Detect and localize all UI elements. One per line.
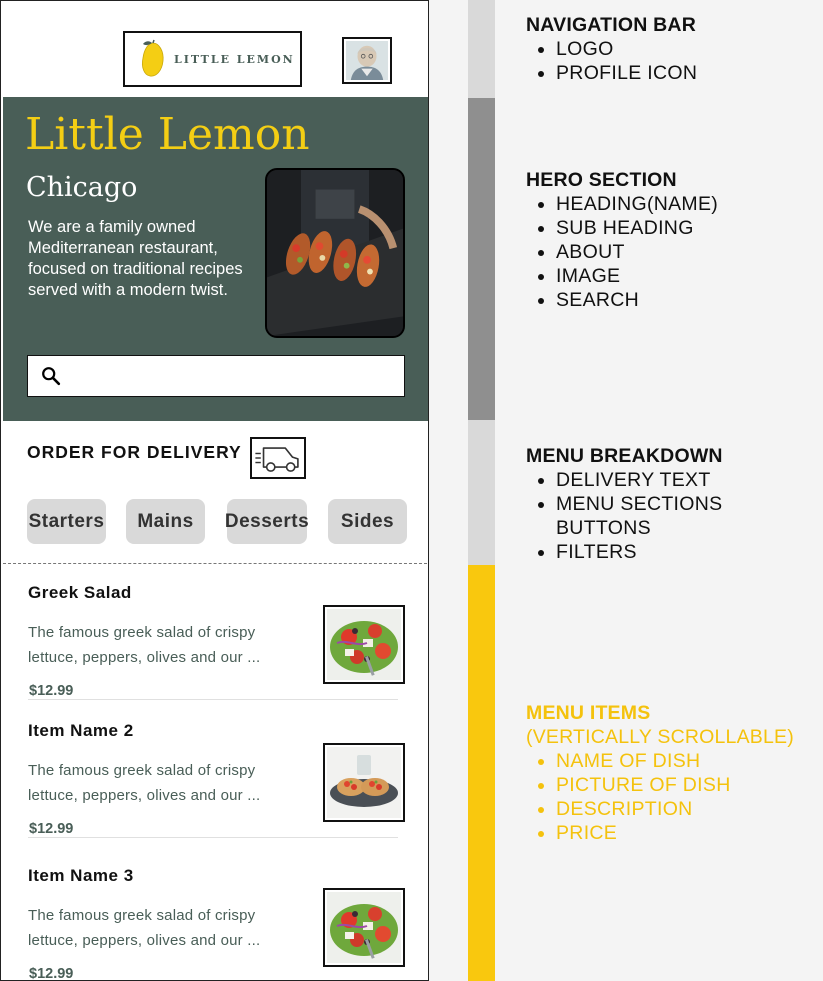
delivery-truck-icon[interactable] (250, 437, 306, 479)
search-input[interactable] (70, 361, 404, 391)
category-sides-button[interactable]: Sides (328, 499, 407, 544)
category-starters-button[interactable]: Starters (27, 499, 106, 544)
annotation-navigation: NAVIGATION BAR LOGO PROFILE ICON (526, 13, 697, 85)
section-bar-hero (468, 98, 495, 420)
annotation-title: NAVIGATION BAR (526, 14, 696, 36)
menu-item-image (323, 605, 405, 684)
annotation-subtitle: (VERTICALLY SCROLLABLE) (526, 726, 794, 748)
profile-icon[interactable] (342, 37, 392, 84)
item-divider (28, 699, 398, 700)
menu-item-price: $12.99 (29, 821, 74, 837)
search-bar[interactable] (27, 355, 405, 397)
annotation-title: MENU ITEMS (526, 702, 651, 724)
hero-subtitle: Chicago (26, 172, 138, 203)
annotation-item: SUB HEADING (556, 216, 718, 240)
item-divider (28, 837, 398, 838)
annotation-item: NAME OF DISH (556, 749, 794, 773)
menu-item-name: Item Name 3 (28, 866, 134, 885)
menu-item[interactable]: Greek Salad The famous greek salad of cr… (1, 583, 428, 723)
hero-image (265, 168, 405, 338)
profile-photo-icon (346, 41, 388, 80)
menu-item-image (323, 888, 405, 967)
annotation-title: HERO SECTION (526, 169, 677, 191)
logo[interactable]: LITTLE LEMON (123, 31, 302, 87)
menu-item-price: $12.99 (29, 683, 74, 699)
annotation-menu-breakdown: MENU BREAKDOWN DELIVERY TEXT MENU SECTIO… (526, 444, 823, 564)
bruschetta-tray-image (267, 170, 403, 336)
annotation-item: DESCRIPTION (556, 797, 794, 821)
annotation-hero: HERO SECTION HEADING(NAME) SUB HEADING A… (526, 168, 718, 312)
annotation-item: SEARCH (556, 288, 718, 312)
delivery-label: ORDER FOR DELIVERY (27, 442, 242, 462)
menu-item-image (323, 743, 405, 822)
logo-text: LITTLE LEMON (174, 52, 295, 66)
menu-item-description: The famous greek salad of crispy lettuce… (28, 624, 261, 666)
annotation-item: IMAGE (556, 264, 718, 288)
section-bar-menu-items (468, 565, 495, 981)
navigation-bar: LITTLE LEMON (1, 1, 428, 97)
menu-item-price: $12.99 (29, 966, 74, 981)
menu-item-name: Greek Salad (28, 583, 132, 602)
annotation-item: DELIVERY TEXT (556, 468, 823, 492)
section-bar-navigation (468, 0, 495, 98)
section-divider (3, 563, 427, 564)
annotation-item: ABOUT (556, 240, 718, 264)
annotation-menu-items: MENU ITEMS (VERTICALLY SCROLLABLE) NAME … (526, 701, 794, 845)
section-bar-menu-breakdown (468, 420, 495, 565)
menu-item[interactable]: Item Name 2 The famous greek salad of cr… (1, 721, 428, 861)
hero-section: Little Lemon Chicago We are a family own… (3, 97, 428, 421)
category-desserts-button[interactable]: Desserts (225, 499, 309, 544)
annotation-item: HEADING(NAME) (556, 192, 718, 216)
search-icon (42, 367, 61, 386)
category-mains-button[interactable]: Mains (126, 499, 205, 544)
menu-item-description: The famous greek salad of crispy lettuce… (28, 762, 261, 804)
menu-item[interactable]: Item Name 3 The famous greek salad of cr… (1, 866, 428, 981)
annotation-item: PROFILE ICON (556, 61, 697, 85)
annotation-item: LOGO (556, 37, 697, 61)
menu-item-description: The famous greek salad of crispy lettuce… (28, 907, 261, 949)
app-mockup: LITTLE LEMON Little Lemon Chicago We are… (0, 0, 429, 981)
annotation-item: MENU SECTIONS BUTTONS (556, 492, 823, 540)
annotation-item: FILTERS (556, 540, 823, 564)
lemon-icon (142, 39, 164, 77)
annotation-title: MENU BREAKDOWN (526, 445, 723, 467)
greek-salad-image (327, 609, 401, 680)
annotation-item: PRICE (556, 821, 794, 845)
greek-salad-image (327, 892, 401, 963)
hero-about-text: We are a family owned Mediterranean rest… (28, 218, 243, 299)
bruschetta-plate-image (327, 747, 401, 818)
truck-icon (255, 447, 299, 472)
hero-title: Little Lemon (25, 109, 310, 160)
annotation-item: PICTURE OF DISH (556, 773, 794, 797)
menu-item-name: Item Name 2 (28, 721, 134, 740)
